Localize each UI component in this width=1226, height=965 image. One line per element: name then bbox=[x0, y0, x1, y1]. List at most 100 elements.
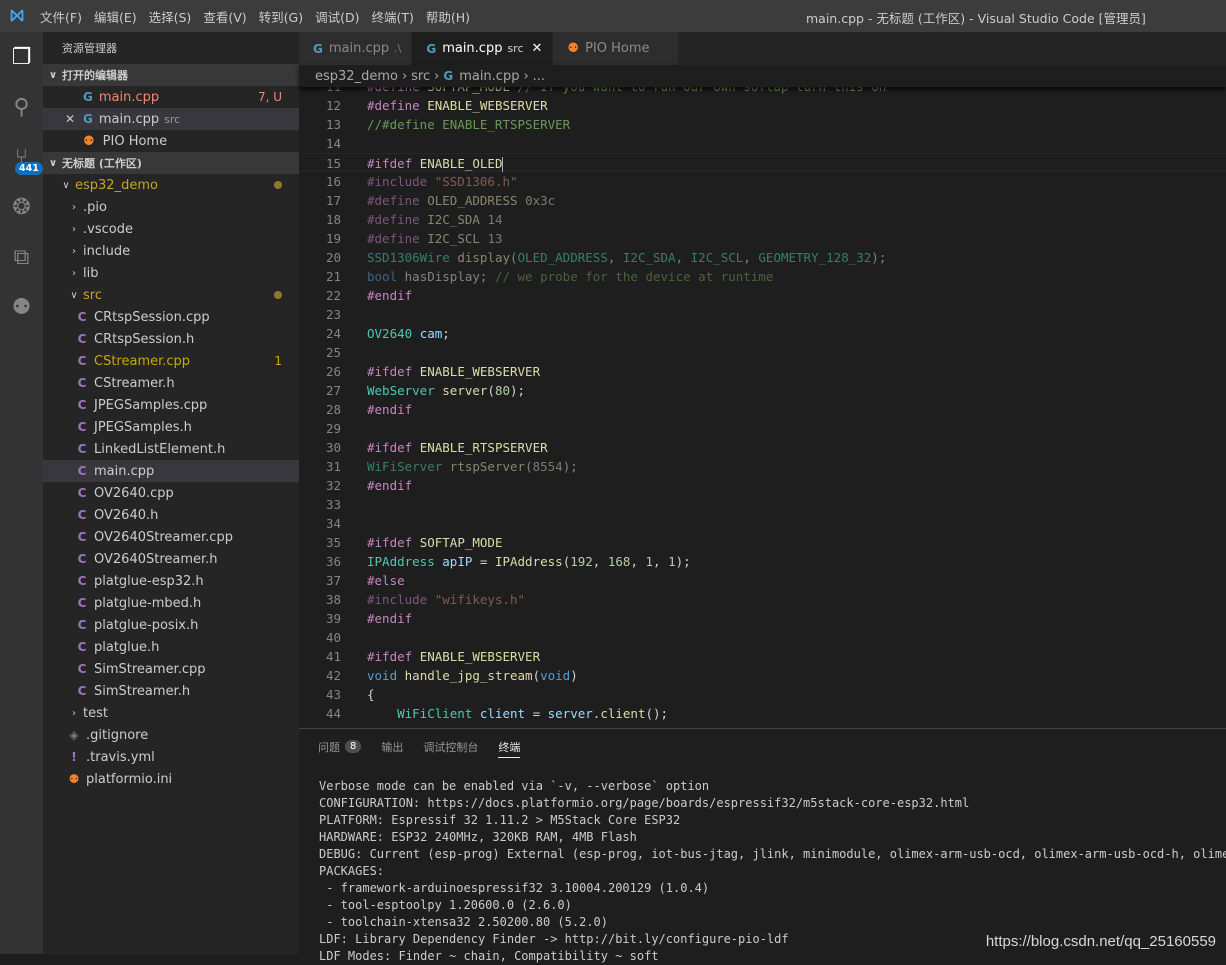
code-line: 31 WiFiServer rtspServer(8554); bbox=[299, 457, 1226, 476]
menu-item[interactable]: 文件(F) bbox=[34, 7, 88, 26]
code-line: 34 bbox=[299, 514, 1226, 533]
c-file-icon: C bbox=[77, 662, 87, 676]
platformio-icon[interactable]: ⚉ bbox=[0, 282, 43, 332]
folder-test[interactable]: › test bbox=[43, 702, 299, 724]
code-token: ) bbox=[570, 668, 578, 683]
tab-pio-home[interactable]: ⚉ PIO Home bbox=[553, 32, 679, 65]
code-line: 26 #ifdef ENABLE_WEBSERVER bbox=[299, 362, 1226, 381]
file-label: PIO Home bbox=[102, 133, 168, 149]
code-token: 14 bbox=[487, 212, 503, 227]
file-item[interactable]: C SimStreamer.cpp bbox=[43, 658, 299, 680]
file-item[interactable]: Cplatglue.h bbox=[43, 636, 299, 658]
file-item[interactable]: C OV2640.cpp bbox=[43, 482, 299, 504]
source-control-icon[interactable]: ⑂ 441 bbox=[0, 132, 43, 182]
panel-tab-debug-console[interactable]: 调试控制台 bbox=[423, 729, 478, 764]
file-item[interactable]: C SimStreamer.h bbox=[43, 680, 299, 702]
code-token: #define bbox=[367, 193, 428, 208]
debug-icon[interactable]: ❂ bbox=[0, 182, 43, 232]
line-number: 43 bbox=[325, 687, 341, 702]
file-item[interactable]: C CRtspSession.cpp bbox=[43, 306, 299, 328]
file-item[interactable]: C JPEGSamples.h bbox=[43, 416, 299, 438]
file-item[interactable]: C OV2640.h bbox=[43, 504, 299, 526]
code-token: // we probe for the device at runtime bbox=[494, 269, 774, 284]
code-token: ( bbox=[525, 459, 533, 474]
folder-label: src bbox=[83, 287, 102, 303]
panel-tab-problems[interactable]: 问题 8 bbox=[318, 729, 362, 764]
breadcrumb-item[interactable]: main.cpp bbox=[459, 69, 519, 84]
line-number: 22 bbox=[325, 288, 341, 303]
code-token: #endif bbox=[367, 611, 413, 626]
menu-item[interactable]: 终端(T) bbox=[365, 7, 419, 26]
search-icon[interactable]: ⚲ bbox=[0, 82, 43, 132]
code-token: I2C_SDA bbox=[622, 250, 676, 265]
file-label: platglue.h bbox=[94, 639, 160, 655]
file-item[interactable]: C CStreamer.h bbox=[43, 372, 299, 394]
chevron-right-icon: › bbox=[72, 267, 76, 279]
code-token: GEOMETRY_128_32 bbox=[758, 250, 872, 265]
menu-item[interactable]: 选择(S) bbox=[143, 7, 198, 26]
workspace-header[interactable]: ∨ 无标题 (工作区) bbox=[43, 152, 299, 174]
file-label: platglue-posix.h bbox=[94, 617, 199, 633]
file-item[interactable]: C CRtspSession.h bbox=[43, 328, 299, 350]
menu-item[interactable]: 帮助(H) bbox=[420, 7, 476, 26]
file-item[interactable]: Cplatglue-esp32.h bbox=[43, 570, 299, 592]
code-token: #define bbox=[367, 212, 428, 227]
breadcrumb-item[interactable]: ... bbox=[533, 69, 545, 84]
folder-item[interactable]: › .vscode bbox=[43, 218, 299, 240]
extensions-icon[interactable]: ⧉ bbox=[0, 232, 43, 282]
menu-item[interactable]: 查看(V) bbox=[197, 7, 252, 26]
code-line: 20 SSD1306Wire display(OLED_ADDRESS, I2C_… bbox=[299, 248, 1226, 267]
code-token: ( bbox=[532, 668, 541, 683]
tab-main-cpp-root[interactable]: Gmain.cpp .\ bbox=[299, 32, 413, 65]
line-number: 35 bbox=[325, 535, 341, 550]
folder-item[interactable]: › lib bbox=[43, 262, 299, 284]
file-item[interactable]: C LinkedListElement.h bbox=[43, 438, 299, 460]
file-item[interactable]: C OV2640Streamer.cpp bbox=[43, 526, 299, 548]
file-item[interactable]: C OV2640Streamer.h bbox=[43, 548, 299, 570]
code-token: (); bbox=[645, 706, 669, 721]
file-item[interactable]: C JPEGSamples.cpp bbox=[43, 394, 299, 416]
cpp-file-icon: G bbox=[313, 41, 323, 56]
panel-tab-output[interactable]: 输出 bbox=[381, 729, 403, 764]
folder-item[interactable]: › include bbox=[43, 240, 299, 262]
code-token: apIP bbox=[442, 554, 473, 569]
title-bar: ⨝ 文件(F) 编辑(E) 选择(S) 查看(V) 转到(G) 调试(D) 终端(T) 帮助(… bbox=[0, 0, 1226, 32]
explorer-icon[interactable]: ❐ bbox=[0, 32, 43, 82]
breadcrumb-item[interactable]: esp32_demo bbox=[315, 69, 398, 84]
c-file-icon: C bbox=[77, 332, 87, 346]
open-editor-item[interactable]: Gmain.cpp 7, U bbox=[43, 86, 299, 108]
folder-src[interactable]: ∨ src bbox=[43, 284, 299, 306]
code-editor[interactable]: 11#define SOFTAP_MODE // If you want to … bbox=[299, 77, 1226, 728]
file-item[interactable]: Cplatglue-mbed.h bbox=[43, 592, 299, 614]
line-number: 13 bbox=[325, 117, 341, 132]
file-travis-yml[interactable]: ! .travis.yml bbox=[43, 746, 299, 768]
file-item[interactable]: C CStreamer.cpp 1 bbox=[43, 350, 299, 372]
open-editor-item[interactable]: ⚉ PIO Home bbox=[43, 130, 299, 152]
open-editor-item[interactable]: ✕ Gmain.cpp src bbox=[43, 108, 299, 130]
terminal-line: CONFIGURATION: https://docs.platformio.o… bbox=[319, 796, 970, 810]
file-item[interactable]: Cplatglue-posix.h bbox=[43, 614, 299, 636]
file-item[interactable]: Cmain.cpp bbox=[43, 460, 299, 482]
close-icon[interactable]: ✕ bbox=[532, 41, 543, 56]
panel-tab-terminal[interactable]: 终端 bbox=[498, 729, 521, 764]
code-line: 29 bbox=[299, 419, 1226, 438]
menu-item[interactable]: 编辑(E) bbox=[88, 7, 143, 26]
close-icon[interactable]: ✕ bbox=[63, 112, 77, 126]
file-gitignore[interactable]: ◈ .gitignore bbox=[43, 724, 299, 746]
code-token: SOFTAP_MODE bbox=[419, 535, 503, 550]
tab-main-cpp-src[interactable]: Gmain.cpp src ✕ bbox=[412, 32, 554, 65]
c-file-icon: C bbox=[77, 552, 87, 566]
menu-item[interactable]: 调试(D) bbox=[309, 7, 365, 26]
line-number: 41 bbox=[325, 649, 341, 664]
open-editors-header[interactable]: ∨ 打开的编辑器 bbox=[43, 64, 299, 86]
folder-item[interactable]: › .pio bbox=[43, 196, 299, 218]
breadcrumb-item[interactable]: src bbox=[411, 69, 430, 84]
file-label: SimStreamer.cpp bbox=[94, 661, 206, 677]
file-label: main.cpp bbox=[94, 463, 155, 479]
file-label: main.cpp bbox=[98, 89, 160, 105]
folder-esp32-demo[interactable]: ∨ esp32_demo bbox=[43, 174, 299, 196]
file-platformio-ini[interactable]: ⚉ platformio.ini bbox=[43, 768, 299, 790]
line-number: 39 bbox=[325, 611, 341, 626]
menu-item[interactable]: 转到(G) bbox=[253, 7, 309, 26]
folder-label: .vscode bbox=[83, 221, 133, 237]
